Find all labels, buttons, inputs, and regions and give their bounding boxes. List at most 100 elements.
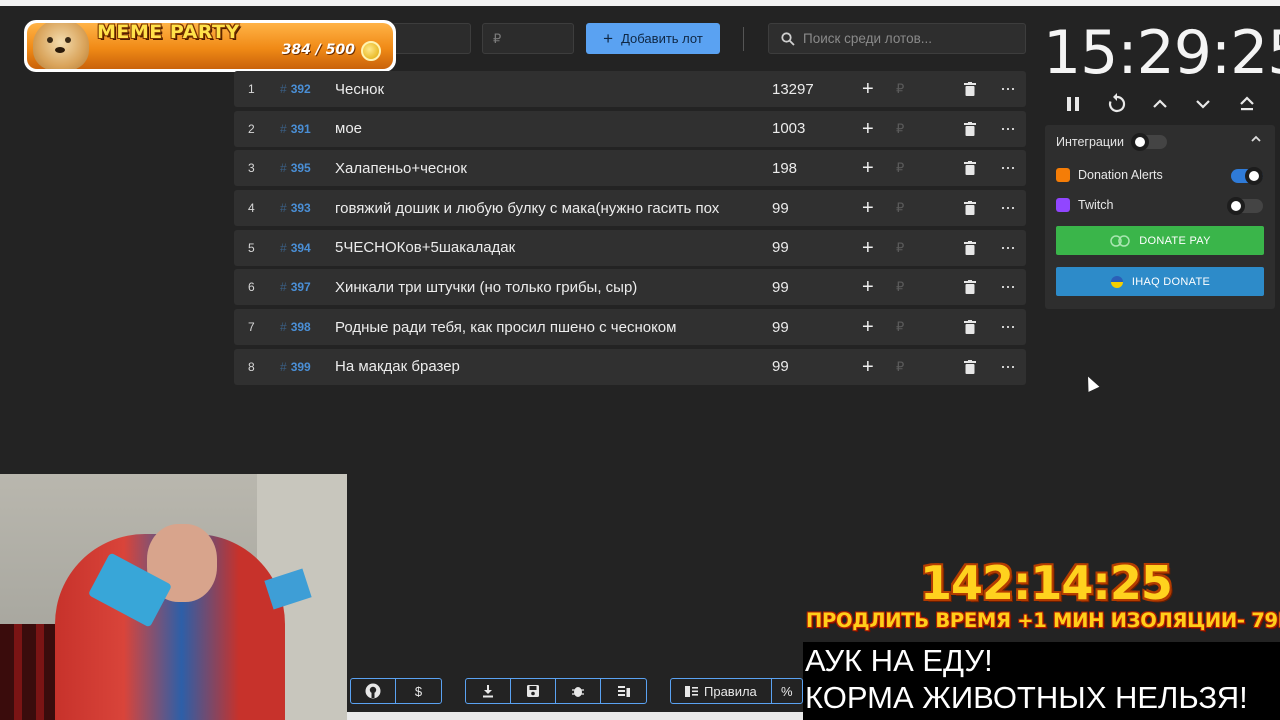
trash-icon[interactable] bbox=[964, 320, 976, 335]
trash-icon[interactable] bbox=[964, 121, 976, 136]
donation-alerts-toggle[interactable] bbox=[1231, 167, 1263, 185]
add-lot-button[interactable]: + Добавить лот bbox=[586, 23, 720, 54]
add-amount-button[interactable]: + bbox=[862, 238, 874, 258]
streamer bbox=[55, 524, 285, 720]
search-icon bbox=[781, 31, 795, 46]
search-input[interactable] bbox=[803, 31, 1013, 46]
trash-icon[interactable] bbox=[964, 201, 976, 216]
amount-input[interactable]: ₽ bbox=[896, 160, 904, 176]
more-icon[interactable]: ··· bbox=[1000, 158, 1016, 176]
more-icon[interactable]: ··· bbox=[1000, 198, 1016, 216]
trash-icon[interactable] bbox=[964, 280, 976, 295]
restart-icon[interactable] bbox=[1105, 92, 1129, 116]
lot-id[interactable]: #392 bbox=[280, 82, 311, 96]
lot-amount: 99 bbox=[772, 358, 789, 376]
add-amount-button[interactable]: + bbox=[862, 158, 874, 178]
amount-input[interactable]: ₽ bbox=[896, 240, 904, 256]
amount-field[interactable] bbox=[392, 23, 471, 54]
search-box[interactable] bbox=[768, 23, 1026, 54]
lot-name[interactable]: Хинкали три штучки (но только грибы, сыр… bbox=[335, 279, 745, 296]
lot-id[interactable]: #394 bbox=[280, 241, 311, 255]
trash-icon[interactable] bbox=[964, 82, 976, 96]
save-button[interactable] bbox=[511, 679, 556, 703]
amount-input[interactable]: ₽ bbox=[896, 81, 904, 97]
more-icon[interactable]: ··· bbox=[1000, 317, 1016, 335]
lot-name[interactable]: говяжий дошик и любую булку с мака(нужно… bbox=[335, 200, 745, 217]
add-amount-button[interactable]: + bbox=[862, 277, 874, 297]
lot-name[interactable]: Халапеньо+чеснок bbox=[335, 160, 745, 177]
lot-amount: 99 bbox=[772, 239, 789, 257]
badge-title: MEME PARTY bbox=[97, 23, 240, 43]
percent-button[interactable]: % bbox=[772, 679, 802, 703]
lot-name[interactable]: На макдак бразер bbox=[335, 358, 745, 375]
lot-index: 1 bbox=[248, 82, 255, 96]
isolation-countdown: 142:14:25 bbox=[920, 556, 1173, 610]
rules-button[interactable]: Правила bbox=[671, 679, 772, 703]
twitch-icon bbox=[1056, 198, 1070, 212]
more-icon[interactable]: ··· bbox=[1000, 277, 1016, 295]
donate-dollar-button[interactable]: $ bbox=[396, 679, 441, 703]
trash-icon[interactable] bbox=[964, 240, 976, 255]
trash-icon[interactable] bbox=[964, 359, 976, 374]
lot-amount: 99 bbox=[772, 278, 789, 296]
banner-line-1: АУК НА ЕДУ! bbox=[805, 643, 993, 678]
lot-name[interactable]: Родные ради тебя, как просил пшено с чес… bbox=[335, 319, 745, 336]
amount-input[interactable]: ₽ bbox=[896, 200, 904, 216]
badge-progress-bar: MEME PARTY 384 / 500 bbox=[27, 23, 393, 69]
integration-label: Twitch bbox=[1078, 198, 1114, 212]
donate-pay-button[interactable]: DONATE PAY bbox=[1056, 226, 1264, 255]
more-icon[interactable]: ··· bbox=[1000, 79, 1016, 97]
lot-row: 6 #397 Хинкали три штучки (но только гри… bbox=[234, 269, 1026, 306]
donate-pay-label: DONATE PAY bbox=[1139, 234, 1211, 247]
lot-name[interactable]: 5ЧЕСНОКов+5шакаладак bbox=[335, 239, 745, 256]
integrations-toggle[interactable] bbox=[1131, 133, 1167, 151]
lot-amount: 99 bbox=[772, 199, 789, 217]
lot-row: 4 #393 говяжий дошик и любую булку с мак… bbox=[234, 190, 1026, 227]
lot-index: 4 bbox=[248, 201, 255, 216]
add-amount-button[interactable]: + bbox=[862, 357, 874, 377]
more-icon[interactable]: ··· bbox=[1000, 238, 1016, 256]
currency-field[interactable]: ₽ bbox=[482, 23, 574, 54]
amount-input[interactable]: ₽ bbox=[896, 121, 904, 137]
ihaq-donate-button[interactable]: IHAQ DONATE bbox=[1056, 267, 1264, 296]
add-amount-button[interactable]: + bbox=[862, 198, 874, 218]
lot-id[interactable]: #395 bbox=[280, 161, 311, 175]
bug-report-button[interactable] bbox=[556, 679, 601, 703]
lot-amount: 1003 bbox=[772, 120, 806, 138]
more-icon[interactable]: ··· bbox=[1000, 119, 1016, 137]
download-icon bbox=[483, 685, 493, 698]
lot-id[interactable]: #391 bbox=[280, 122, 311, 136]
toolbar-group-rules: Правила % bbox=[670, 678, 803, 704]
badge-count: 384 / 500 bbox=[281, 42, 355, 58]
lot-id[interactable]: #397 bbox=[280, 280, 311, 294]
lot-row: 5 #394 5ЧЕСНОКов+5шакаладак 99 + ₽ ··· bbox=[234, 229, 1026, 266]
lot-name[interactable]: Чеснок bbox=[335, 81, 745, 98]
lot-id[interactable]: #398 bbox=[280, 320, 311, 334]
lot-id[interactable]: #393 bbox=[280, 201, 311, 215]
download-button[interactable] bbox=[466, 679, 511, 703]
add-amount-button[interactable]: + bbox=[862, 119, 874, 139]
clear-list-icon bbox=[617, 686, 630, 697]
collapse-chevron-icon[interactable] bbox=[1250, 133, 1262, 148]
chevron-up-icon[interactable] bbox=[1148, 92, 1172, 116]
more-icon[interactable]: ··· bbox=[1000, 357, 1016, 375]
github-button[interactable] bbox=[351, 679, 396, 703]
amount-input[interactable]: ₽ bbox=[896, 359, 904, 375]
rules-label: Правила bbox=[704, 683, 757, 699]
lot-row: 2 #391 мое 1003 + ₽ ··· bbox=[234, 110, 1026, 147]
twitch-toggle[interactable] bbox=[1227, 197, 1263, 215]
clear-list-button[interactable] bbox=[601, 679, 646, 703]
eject-icon[interactable] bbox=[1235, 92, 1259, 116]
pause-icon[interactable] bbox=[1061, 92, 1085, 116]
header-divider bbox=[743, 27, 744, 51]
chevron-down-icon[interactable] bbox=[1191, 92, 1215, 116]
lots-list: 1 #392 Чеснок 13297 + ₽ ··· 2 #391 мое 1… bbox=[234, 71, 1026, 389]
add-amount-button[interactable]: + bbox=[862, 317, 874, 337]
add-amount-button[interactable]: + bbox=[862, 79, 874, 99]
trash-icon[interactable] bbox=[964, 161, 976, 176]
amount-input[interactable]: ₽ bbox=[896, 279, 904, 295]
lot-id[interactable]: #399 bbox=[280, 360, 311, 374]
amount-input[interactable]: ₽ bbox=[896, 319, 904, 335]
lot-name[interactable]: мое bbox=[335, 120, 745, 137]
lot-index: 5 bbox=[248, 240, 255, 255]
